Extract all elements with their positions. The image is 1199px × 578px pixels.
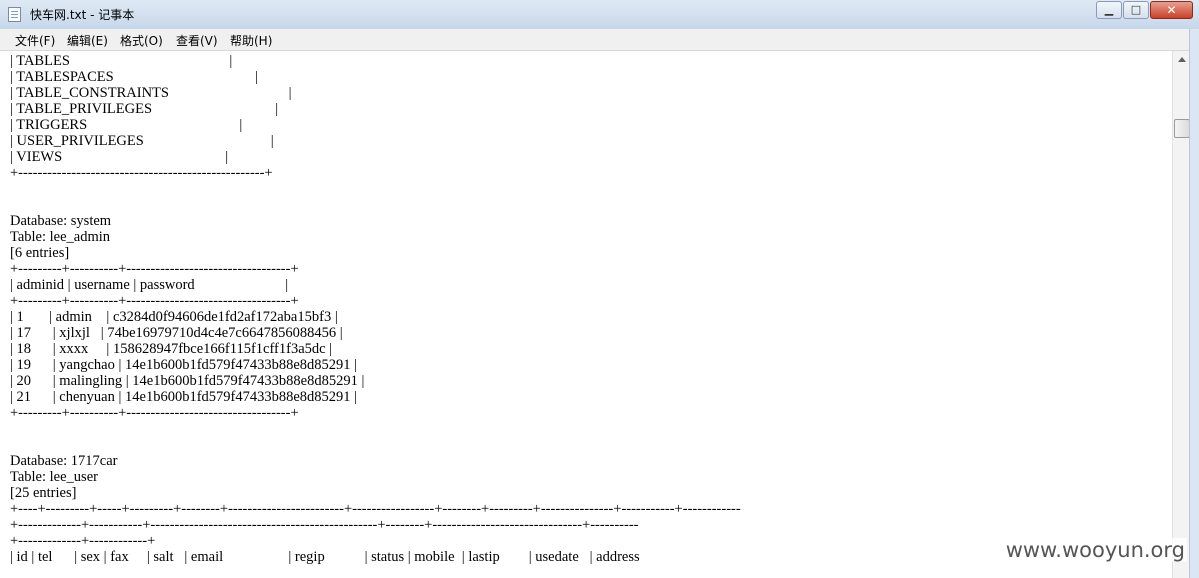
vertical-scrollbar[interactable]: [1172, 51, 1190, 578]
text-editor[interactable]: | TABLES | | TABLESPACES | | TABLE_CONST…: [0, 51, 1172, 578]
close-icon: ✕: [1166, 3, 1177, 17]
menu-file[interactable]: 文件(F): [15, 32, 55, 49]
notepad-icon: [8, 7, 21, 22]
minimize-icon: ▁: [1104, 3, 1114, 16]
scrollbar-thumb[interactable]: [1174, 119, 1190, 138]
window-frame-edge: [1189, 29, 1199, 578]
watermark: www.wooyun.org: [1003, 538, 1187, 562]
menu-edit[interactable]: 编辑(E): [67, 32, 108, 49]
document-text: | TABLES | | TABLESPACES | | TABLE_CONST…: [10, 53, 741, 565]
menu-format[interactable]: 格式(O): [120, 32, 163, 49]
title-bar[interactable]: 快车网.txt - 记事本 ▁ □ ✕: [0, 0, 1199, 30]
close-button[interactable]: ✕: [1150, 1, 1193, 19]
minimize-button[interactable]: ▁: [1096, 1, 1122, 19]
menu-view[interactable]: 查看(V): [176, 32, 218, 49]
maximize-button[interactable]: □: [1123, 1, 1149, 19]
menu-help[interactable]: 帮助(H): [230, 32, 272, 49]
window-controls: ▁ □ ✕: [1095, 1, 1193, 21]
scroll-up-arrow-icon[interactable]: [1173, 51, 1190, 68]
menu-bar: 文件(F) 编辑(E) 格式(O) 查看(V) 帮助(H): [0, 29, 1199, 51]
maximize-icon: □: [1130, 3, 1142, 16]
window-title: 快车网.txt - 记事本: [30, 8, 135, 22]
